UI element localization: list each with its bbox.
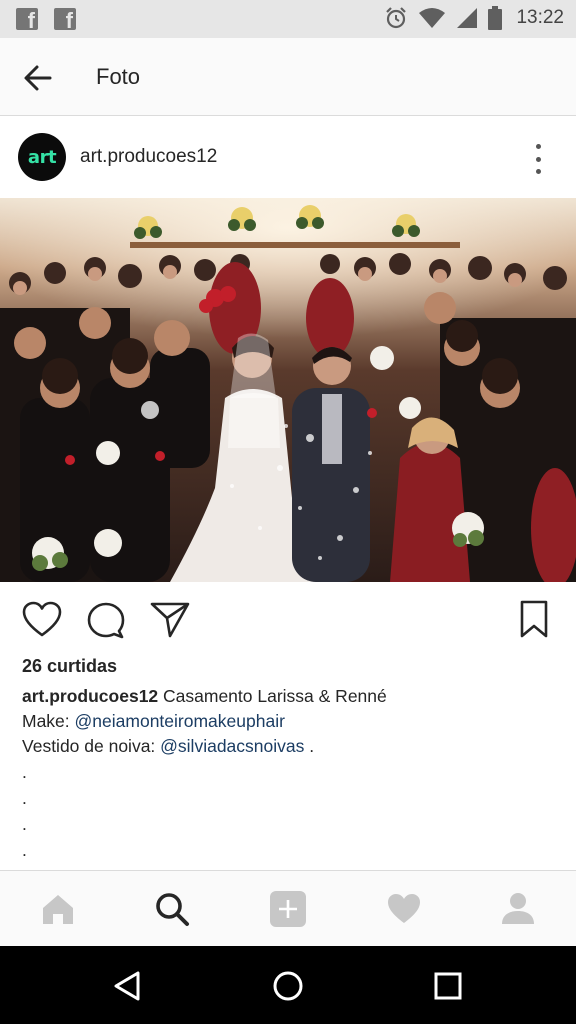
battery-icon	[488, 6, 503, 30]
make-label: Make:	[22, 711, 75, 731]
dress-label: Vestido de noiva:	[22, 736, 161, 756]
arrow-back-icon[interactable]	[22, 62, 54, 94]
likes-count[interactable]: 26 curtidas	[22, 656, 117, 677]
status-bar: f f 13:22	[0, 0, 576, 38]
facebook-icon: f	[54, 8, 76, 32]
search-icon[interactable]	[154, 891, 190, 927]
status-time: 13:22	[516, 7, 564, 28]
bottom-tab-bar	[0, 870, 576, 946]
post-actions	[0, 582, 576, 656]
caption-dot: .	[22, 788, 27, 808]
post-caption: art.producoes12 Casamento Larissa & Renn…	[22, 684, 562, 863]
share-icon[interactable]	[150, 600, 190, 640]
dress-mention-link[interactable]: @silviadacsnoivas	[160, 736, 304, 756]
app-bar: Foto	[0, 38, 576, 116]
wifi-icon	[419, 8, 446, 28]
heart-icon[interactable]	[22, 600, 62, 640]
page-title: Foto	[96, 64, 141, 89]
cell-signal-icon	[457, 8, 478, 28]
more-vertical-icon[interactable]	[530, 144, 546, 174]
caption-dot: .	[22, 840, 27, 860]
bookmark-icon[interactable]	[514, 600, 554, 640]
post-username[interactable]: art.producoes12	[80, 146, 217, 168]
back-triangle-icon[interactable]	[110, 968, 146, 1004]
make-mention-link[interactable]: @neiamonteiromakeuphair	[75, 711, 285, 731]
post-photo[interactable]	[0, 198, 576, 582]
alarm-icon	[386, 7, 407, 29]
caption-dot: .	[22, 762, 27, 782]
caption-dot: .	[22, 814, 27, 834]
activity-heart-icon[interactable]	[386, 891, 422, 927]
caption-author[interactable]: art.producoes12	[22, 686, 158, 706]
profile-icon[interactable]	[500, 891, 536, 927]
avatar-text: art	[27, 146, 57, 168]
home-icon[interactable]	[40, 891, 76, 927]
post-header: art art.producoes12	[0, 116, 576, 198]
caption-text: Casamento Larissa & Renné	[158, 686, 387, 706]
dress-suffix: .	[304, 736, 315, 756]
system-nav-bar	[0, 946, 576, 1024]
recents-square-icon[interactable]	[430, 968, 466, 1004]
avatar[interactable]: art	[18, 133, 66, 181]
facebook-icon: f	[16, 8, 38, 32]
comment-icon[interactable]	[86, 600, 126, 640]
add-icon[interactable]	[270, 891, 306, 927]
home-circle-icon[interactable]	[270, 968, 306, 1004]
